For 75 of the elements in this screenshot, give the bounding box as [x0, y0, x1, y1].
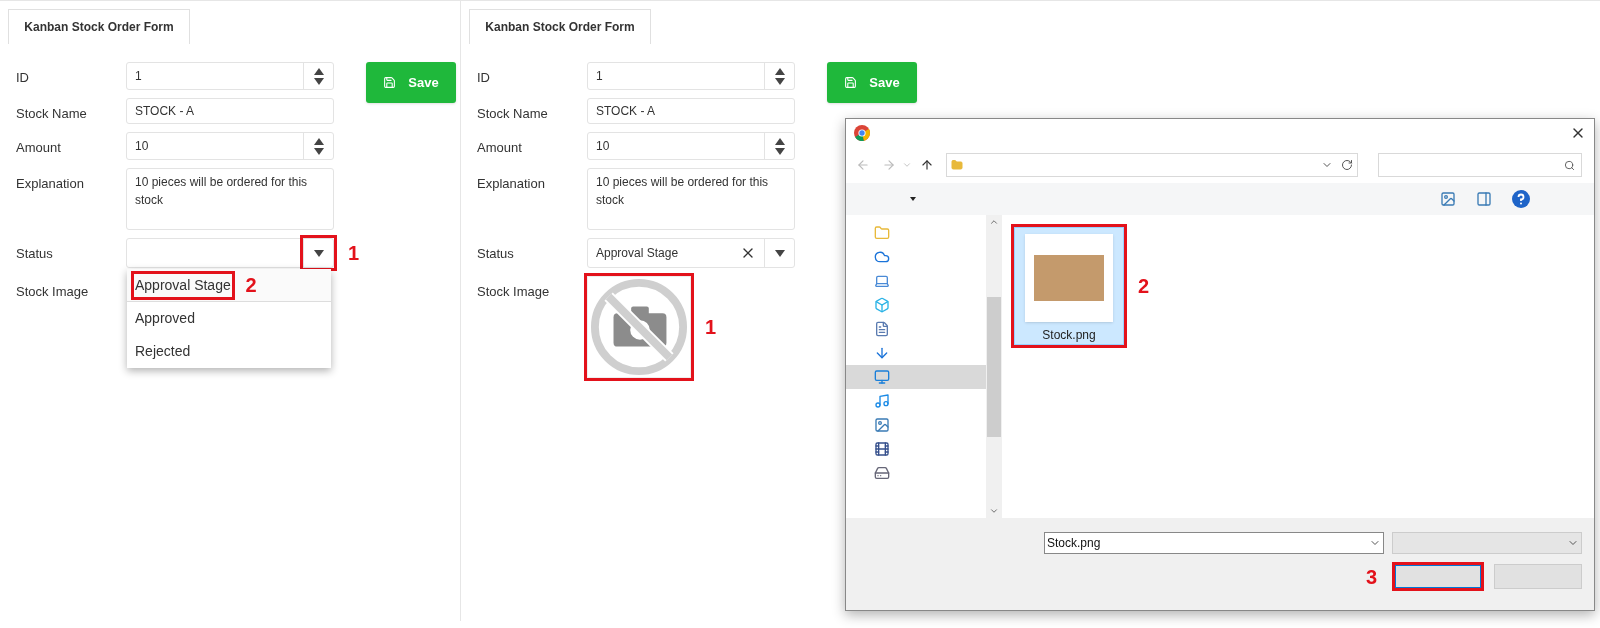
field-label: Status: [16, 245, 54, 263]
cube-icon: [874, 297, 890, 313]
dropdown-option[interactable]: Approval Stage 2: [127, 269, 331, 302]
videos-icon: [874, 441, 890, 457]
field-label: Stock Image: [16, 283, 90, 301]
field-label: Stock Image: [477, 283, 551, 301]
status-select[interactable]: Approval Stage: [587, 238, 795, 268]
view-icon[interactable]: [1440, 191, 1456, 207]
save-icon: [383, 76, 397, 89]
number-input[interactable]: 10: [126, 132, 334, 160]
cloud-icon: [874, 249, 890, 265]
textarea-input[interactable]: 10 pieces will be ordered for this stock: [126, 168, 334, 230]
number-input[interactable]: 1: [587, 62, 795, 90]
file-name-field[interactable]: Stock.png: [1044, 532, 1384, 554]
search-field[interactable]: [1378, 153, 1582, 177]
field-label: Stock Name: [16, 105, 88, 123]
down-triangle-icon[interactable]: [313, 147, 324, 155]
field-label: Explanation: [477, 175, 546, 193]
callout-number: 2: [1137, 274, 1149, 299]
scroll-up-icon[interactable]: [989, 217, 999, 227]
down-triangle-icon[interactable]: [774, 77, 785, 85]
folder-icon: [874, 225, 890, 241]
down-triangle-icon[interactable]: [774, 147, 785, 155]
computer-icon: [874, 273, 890, 289]
down-triangle-icon[interactable]: [774, 249, 785, 257]
dropdown-option[interactable]: Rejected: [127, 335, 331, 368]
no-camera-icon: [590, 278, 688, 376]
scroll-down-icon[interactable]: [989, 506, 999, 516]
preview-pane-icon[interactable]: [1476, 191, 1492, 207]
nav-item[interactable]: [846, 365, 986, 389]
up-triangle-icon[interactable]: [774, 67, 785, 75]
pictures-icon: [874, 417, 890, 433]
refresh-icon[interactable]: [1341, 159, 1353, 171]
save-icon: [844, 76, 858, 89]
chevron-icon[interactable]: [902, 160, 912, 170]
tab[interactable]: Kanban Stock Order Form: [469, 9, 651, 44]
dropdown-option[interactable]: Approved: [127, 302, 331, 335]
up-triangle-icon[interactable]: [774, 137, 785, 145]
number-input[interactable]: 10: [587, 132, 795, 160]
file-name: Stock.png: [1042, 327, 1096, 344]
music-icon: [874, 393, 890, 409]
search-icon: [1564, 159, 1575, 171]
field-label: Amount: [16, 139, 62, 157]
up-triangle-icon[interactable]: [313, 67, 324, 75]
forward-icon[interactable]: [882, 158, 896, 172]
callout-number: 2: [245, 273, 257, 298]
document-icon: [874, 321, 890, 337]
field-label: ID: [477, 69, 491, 87]
download-icon: [874, 345, 890, 361]
dropdown-caret-icon[interactable]: [910, 197, 916, 201]
folder-icon: [951, 159, 963, 171]
textarea-input[interactable]: 10 pieces will be ordered for this stock: [587, 168, 795, 230]
field-label: Stock Name: [477, 105, 549, 123]
field-label: Explanation: [16, 175, 85, 193]
browser-logo-icon: [854, 125, 870, 141]
field-label: Amount: [477, 139, 523, 157]
field-label: Status: [477, 245, 515, 263]
text-input[interactable]: STOCK - A: [126, 98, 334, 124]
field-label: ID: [16, 69, 30, 87]
drive-icon: [874, 465, 890, 481]
text-input[interactable]: STOCK - A: [587, 98, 795, 124]
number-input[interactable]: 1: [126, 62, 334, 90]
callout-number: 1: [347, 241, 359, 266]
up-triangle-icon[interactable]: [313, 137, 324, 145]
tab[interactable]: Kanban Stock Order Form: [8, 9, 190, 44]
help-icon[interactable]: [1512, 190, 1530, 208]
back-icon[interactable]: [856, 158, 870, 172]
callout-number: 3: [1366, 564, 1378, 590]
callout-number: 1: [704, 315, 716, 340]
down-triangle-icon[interactable]: [313, 77, 324, 85]
down-triangle-icon[interactable]: [313, 249, 324, 257]
scroll-thumb[interactable]: [987, 296, 1001, 437]
scrollbar[interactable]: [986, 215, 1002, 518]
desktop-icon: [874, 369, 890, 385]
up-icon[interactable]: [920, 158, 934, 172]
